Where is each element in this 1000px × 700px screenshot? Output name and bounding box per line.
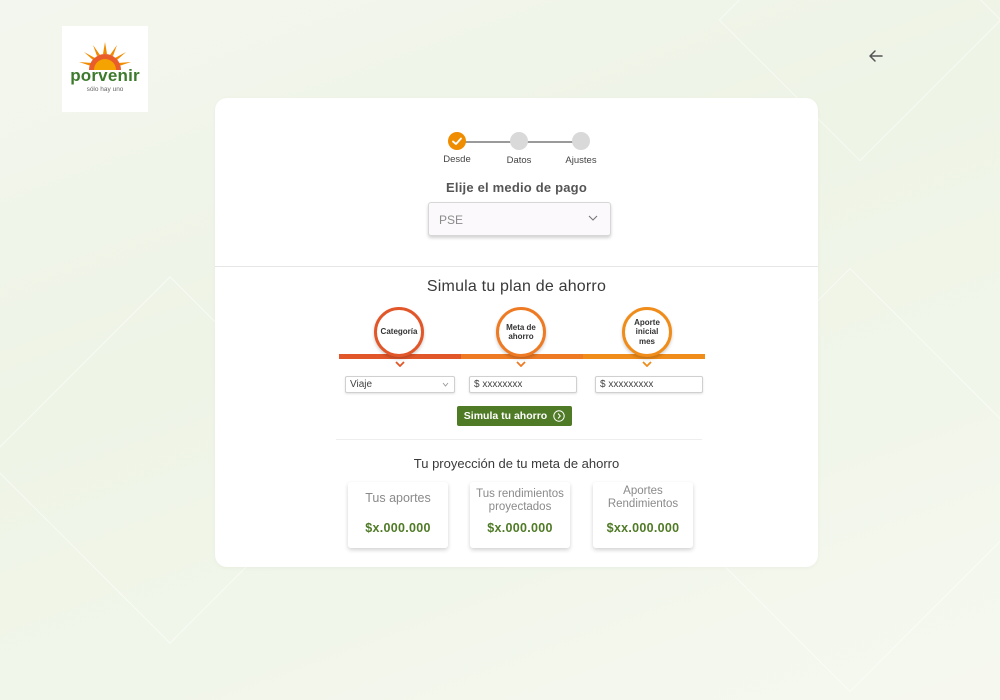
- chevron-right-circle-icon: [553, 410, 565, 422]
- brand-tagline: sólo hay uno: [86, 86, 124, 93]
- initial-circle-label: Aporte inicial mes: [634, 318, 660, 346]
- simulate-button[interactable]: Simula tu ahorro: [457, 406, 572, 426]
- goal-circle-label: Meta de ahorro: [506, 322, 536, 341]
- step-label: Desde: [443, 154, 471, 165]
- chevron-down-icon: [442, 382, 449, 387]
- simulator-title: Simula tu plan de ahorro: [426, 278, 607, 295]
- payment-method-value: PSE: [439, 213, 464, 227]
- projection-card-label: Tus aportes: [365, 491, 431, 505]
- step-dot-active: [448, 132, 466, 150]
- section-divider: [215, 266, 818, 267]
- caret-down-icon: [516, 361, 526, 367]
- initial-circle: Aporte inicial mes: [622, 307, 672, 357]
- check-icon: [452, 137, 462, 145]
- category-circle-label: Categoría: [380, 327, 418, 337]
- category-circle: Categoría: [374, 307, 424, 357]
- step-ajustes[interactable]: Ajustes: [551, 132, 611, 166]
- main-card: Desde Datos Ajustes Elije el medio de pa…: [215, 98, 818, 567]
- chevron-down-icon: [588, 215, 598, 221]
- arrow-left-icon: [869, 50, 883, 62]
- step-datos[interactable]: Datos: [489, 132, 549, 166]
- projection-card-total: Aportes Rendimientos $xx.000.000: [593, 482, 693, 548]
- category-select[interactable]: Viaje: [345, 376, 455, 393]
- goal-value: $ xxxxxxxx: [474, 379, 523, 390]
- stepper: Desde Datos Ajustes: [215, 132, 818, 172]
- section-divider: [336, 439, 702, 440]
- initial-value: $ xxxxxxxxx: [600, 379, 654, 390]
- porvenir-logo: porvenir sólo hay uno: [62, 26, 148, 112]
- goal-circle: Meta de ahorro: [496, 307, 546, 357]
- simulate-button-label: Simula tu ahorro: [463, 410, 548, 422]
- step-label: Ajustes: [565, 155, 597, 166]
- goal-input[interactable]: $ xxxxxxxx: [469, 376, 577, 393]
- projection-card-value: $xx.000.000: [606, 521, 680, 535]
- caret-down-icon: [642, 361, 652, 367]
- step-label: Datos: [506, 155, 532, 166]
- projection-card-aportes: Tus aportes $x.000.000: [348, 482, 448, 548]
- projection-title: Tu proyección de tu meta de ahorro: [413, 456, 620, 471]
- projection-card-value: $x.000.000: [487, 521, 553, 535]
- step-dot: [572, 132, 590, 150]
- projection-card-label: Tus rendimientos proyectados: [476, 488, 564, 514]
- payment-method-select[interactable]: PSE: [428, 202, 611, 236]
- step-desde[interactable]: Desde: [427, 132, 487, 165]
- step-dot: [510, 132, 528, 150]
- initial-input[interactable]: $ xxxxxxxxx: [595, 376, 703, 393]
- category-value: Viaje: [350, 379, 373, 390]
- caret-down-icon: [395, 361, 405, 367]
- payment-title: Elije el medio de pago: [446, 180, 587, 195]
- projection-card-label: Aportes Rendimientos: [607, 485, 679, 511]
- projection-card-rendimientos: Tus rendimientos proyectados $x.000.000: [470, 482, 570, 548]
- projection-card-value: $x.000.000: [365, 521, 431, 535]
- back-button[interactable]: [866, 46, 886, 66]
- brand-name: porvenir: [70, 66, 140, 85]
